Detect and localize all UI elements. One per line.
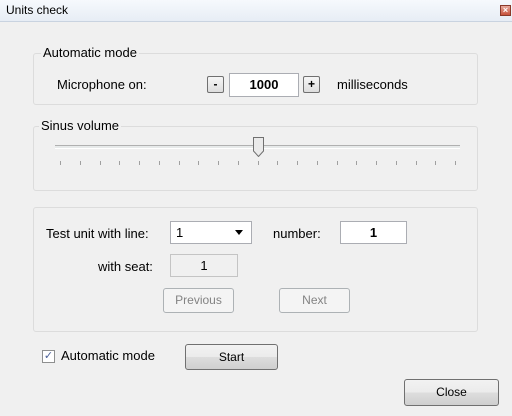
milliseconds-label: milliseconds: [337, 77, 408, 92]
start-button[interactable]: Start: [185, 344, 278, 370]
slider-tick: [435, 161, 436, 165]
sinus-volume-group: [33, 126, 478, 191]
slider-tick: [356, 161, 357, 165]
checkmark-icon: ✓: [43, 350, 54, 362]
sinus-volume-slider-thumb[interactable]: [253, 137, 264, 157]
slider-tick: [337, 161, 338, 165]
slider-tick: [80, 161, 81, 165]
slider-tick: [159, 161, 160, 165]
line-select[interactable]: 1: [170, 221, 252, 244]
automatic-mode-group-title: Automatic mode: [41, 45, 139, 60]
test-unit-line-label: Test unit with line:: [46, 226, 149, 241]
slider-tick: [60, 161, 61, 165]
number-label: number:: [273, 226, 321, 241]
slider-tick: [258, 161, 259, 165]
slider-tick: [179, 161, 180, 165]
slider-tick: [376, 161, 377, 165]
automatic-mode-checkbox-label: Automatic mode: [61, 348, 155, 363]
slider-tick: [277, 161, 278, 165]
microphone-on-label: Microphone on:: [57, 77, 147, 92]
slider-tick: [297, 161, 298, 165]
increment-button[interactable]: +: [303, 76, 320, 93]
window-title: Units check: [6, 3, 69, 17]
line-select-value: 1: [176, 225, 184, 240]
chevron-down-icon[interactable]: [235, 230, 243, 235]
automatic-mode-checkbox[interactable]: ✓: [42, 350, 55, 363]
slider-tick: [139, 161, 140, 165]
slider-tick: [119, 161, 120, 165]
sinus-volume-group-title: Sinus volume: [39, 118, 122, 133]
slider-tick: [455, 161, 456, 165]
slider-tick: [317, 161, 318, 165]
slider-tick: [238, 161, 239, 165]
slider-tick: [218, 161, 219, 165]
slider-tick: [416, 161, 417, 165]
number-input[interactable]: 1: [340, 221, 407, 244]
seat-input[interactable]: 1: [170, 254, 238, 277]
close-button[interactable]: Close: [404, 379, 499, 406]
units-check-window: Units check × Automatic mode Microphone …: [0, 0, 512, 416]
slider-tick: [198, 161, 199, 165]
milliseconds-input[interactable]: 1000: [229, 73, 299, 97]
title-bar: Units check ×: [0, 0, 512, 22]
close-window-icon[interactable]: ×: [500, 5, 511, 16]
with-seat-label: with seat:: [98, 259, 153, 274]
next-button[interactable]: Next: [279, 288, 350, 313]
slider-tick: [100, 161, 101, 165]
slider-tick: [396, 161, 397, 165]
decrement-button[interactable]: -: [207, 76, 224, 93]
previous-button[interactable]: Previous: [163, 288, 234, 313]
